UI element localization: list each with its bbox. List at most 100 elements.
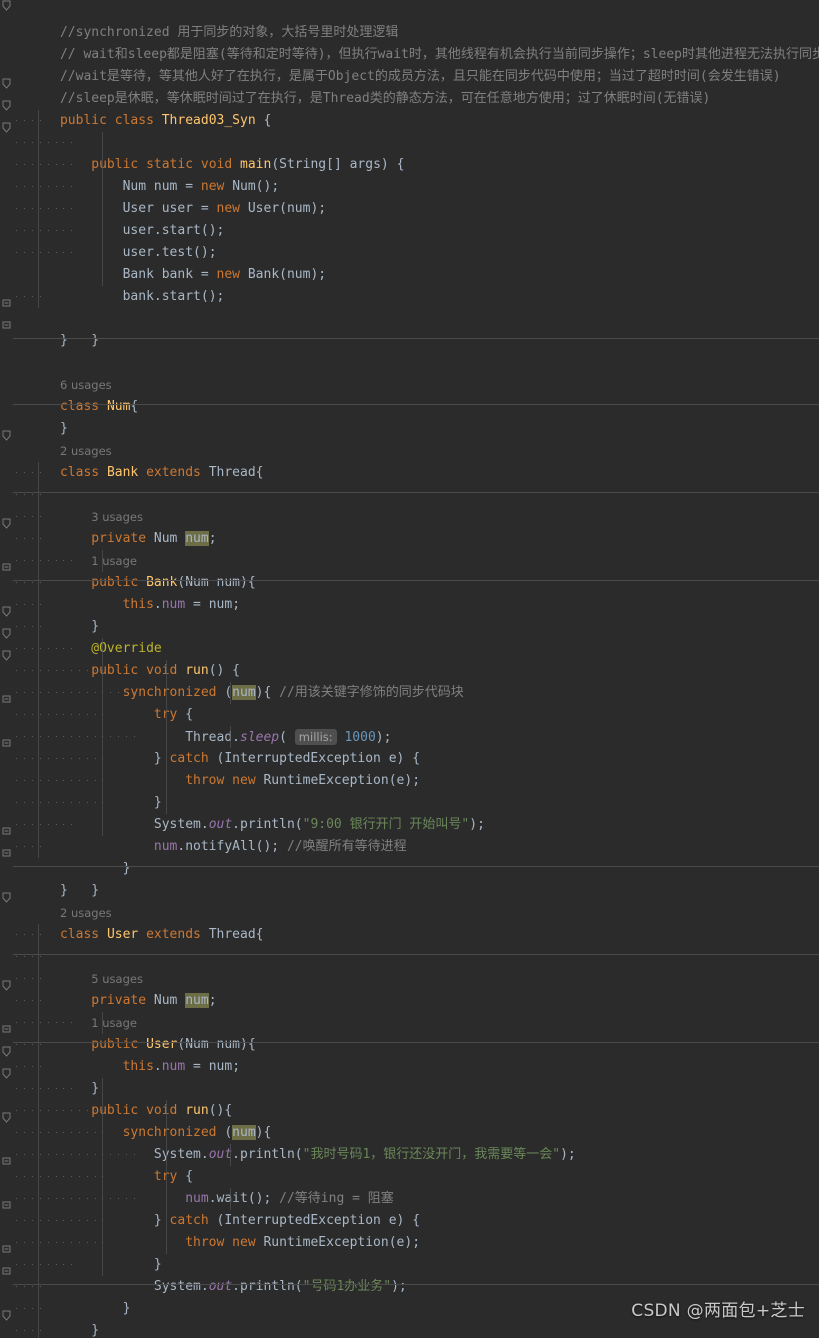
fold-marker-collapse[interactable] [1,1238,12,1260]
code-line-comment[interactable]: // wait和sleep都是阻塞(等待和定时等待)，但执行wait时，其他线程… [0,22,819,62]
whitespace-dot [110,1154,112,1155]
fold-marker-collapse[interactable] [1,1194,12,1216]
code-line-catch[interactable]: } catch (InterruptedException e) { [0,1166,819,1228]
fold-marker[interactable] [1,94,12,116]
code-line-close-brace[interactable]: } [0,1210,819,1272]
fold-marker-collapse[interactable] [1,1260,12,1282]
editor-gutter[interactable] [0,0,13,1338]
whitespace-dot [86,780,88,781]
whitespace-dot [94,802,96,803]
code-line-annotation[interactable]: @Override [0,594,819,656]
whitespace-dot [71,1154,73,1155]
fold-marker-collapse[interactable] [1,1018,12,1040]
fold-marker[interactable] [1,644,12,666]
code-line-println[interactable]: System.out.println("我时号码1，银行还没开门，我需要等一会"… [0,1100,819,1162]
code-line-main-decl[interactable]: public static void main(String[] args) { [0,110,819,172]
code-line-stmt[interactable]: user.start(); [0,176,819,238]
fold-marker[interactable] [1,622,12,644]
code-line-blank[interactable] [0,264,819,286]
code-line-blank[interactable] [0,330,819,352]
fold-marker-collapse[interactable] [1,292,12,314]
code-line-println[interactable]: System.out.println("号码1办业务"); [0,1232,819,1294]
code-line-stmt[interactable]: this.num = num; [0,1012,819,1074]
code-line-close-brace[interactable]: } [0,572,819,634]
code-line-close-brace[interactable]: } [0,836,819,898]
fold-marker[interactable] [1,600,12,622]
code-line-field[interactable]: private Num num; [0,484,819,546]
fold-marker-collapse[interactable] [1,732,12,754]
code-line-close-brace[interactable]: } [0,286,819,348]
code-line-close-brace[interactable]: } [0,1034,819,1096]
whitespace-dot [63,736,65,737]
whitespace-dot [55,1176,57,1177]
whitespace-dot [24,1176,26,1177]
fold-marker-collapse[interactable] [1,314,12,336]
fold-marker[interactable] [1,512,12,534]
fold-marker[interactable] [1,1040,12,1062]
whitespace-dot [32,824,34,825]
fold-marker[interactable] [1,424,12,446]
fold-marker-collapse[interactable] [1,688,12,710]
fold-marker[interactable] [1,0,12,16]
code-line-ctor-decl[interactable]: public User(Num num){ [0,990,819,1052]
whitespace-dot [32,648,34,649]
code-line-comment[interactable]: //synchronized 用于同步的对象，大括号里时处理逻辑 [0,0,819,40]
fold-marker-collapse[interactable] [1,820,12,842]
code-line-field[interactable]: private Num num; [0,946,819,1008]
code-line-class-decl[interactable]: class User extends Thread{ [0,902,819,942]
code-line-class-decl[interactable]: class Bank extends Thread{ [0,440,819,480]
code-line-test-decl[interactable]: public synchronized void test(){ //同步方法 … [0,1320,819,1338]
fold-marker[interactable] [1,1106,12,1128]
code-line-close-brace[interactable]: } [0,308,819,348]
code-line-close-brace[interactable]: } [0,396,819,436]
code-line-sync-block[interactable]: synchronized (num){ [0,1078,819,1140]
whitespace-dot [55,802,57,803]
code-line-stmt[interactable]: User user = new User(num); [0,154,819,216]
whitespace-dot [24,780,26,781]
code-line-class-decl[interactable]: class Num{ [0,374,819,414]
code-line-stmt[interactable]: this.num = num; [0,550,819,612]
code-line-close-brace[interactable]: } [0,814,819,876]
code-line-close-brace[interactable]: } [0,748,819,810]
code-line-notifyall[interactable]: num.notifyAll(); //唤醒所有等待进程 [0,792,819,854]
fold-marker[interactable] [1,886,12,908]
code-line-println[interactable]: System.out.println("9:00 银行开门 开始叫号"); [0,770,819,832]
whitespace-dot [102,1110,104,1111]
code-line-wait[interactable]: num.wait(); //等待ing = 阻塞 [0,1144,819,1206]
code-line-comment[interactable]: //sleep是休眠，等休眠时间过了在执行，是Thread类的静态方法，可在任意… [0,66,819,106]
fold-marker[interactable] [1,72,12,94]
code-line-close-brace[interactable]: } [0,1276,819,1338]
fold-marker-collapse[interactable] [1,842,12,864]
code-line-method-decl[interactable]: public void run(){ [0,1056,819,1118]
fold-marker[interactable] [1,1304,12,1326]
code-line-close-brace[interactable]: } [0,858,819,898]
code-line-sleep[interactable]: Thread.sleep( millis: 1000); [0,682,819,745]
code-content[interactable]: public class X //synchronized 用于同步的对象，大括… [0,0,819,1338]
code-line-sync-block[interactable]: synchronized (num){ //用该关键字修饰的同步代码块 [0,638,819,700]
code-line-throw[interactable]: throw new RuntimeException(e); [0,1188,819,1250]
code-line-method-decl[interactable]: public void run() { [0,616,819,678]
code-editor[interactable]: public class X //synchronized 用于同步的对象，大括… [0,0,819,1338]
fold-marker-collapse[interactable] [1,1150,12,1172]
fold-marker[interactable] [1,116,12,138]
whitespace-dot [78,670,80,671]
code-line-throw[interactable]: throw new RuntimeException(e); [0,726,819,788]
code-line-comment[interactable]: //wait是等待，等其他人好了在执行，是属于Object的成员方法，且只能在同… [0,44,819,84]
fold-marker[interactable] [1,974,12,996]
code-line-stmt[interactable]: Num num = new Num(); [0,132,819,194]
code-line-ctor-decl[interactable]: public Bank(Num num){ [0,528,819,590]
whitespace-dot [47,670,49,671]
code-line-stmt[interactable]: Bank bank = new Bank(num); [0,220,819,282]
code-line-stmt[interactable]: user.test(); [0,198,819,260]
code-line-close-brace[interactable]: } [0,1254,819,1316]
whitespace-dot [86,1198,88,1199]
whitespace-dot [16,648,18,649]
code-line-class-decl[interactable]: public class Thread03_Syn { [0,88,819,128]
code-line-stmt[interactable]: bank.start(); [0,242,819,304]
fold-marker-collapse[interactable] [1,556,12,578]
code-line-try[interactable]: try { [0,1122,819,1184]
fold-marker[interactable] [1,1062,12,1084]
code-line-try[interactable]: try { [0,660,819,722]
whitespace-dot [102,1242,104,1243]
code-line-catch[interactable]: } catch (InterruptedException e) { [0,704,819,766]
